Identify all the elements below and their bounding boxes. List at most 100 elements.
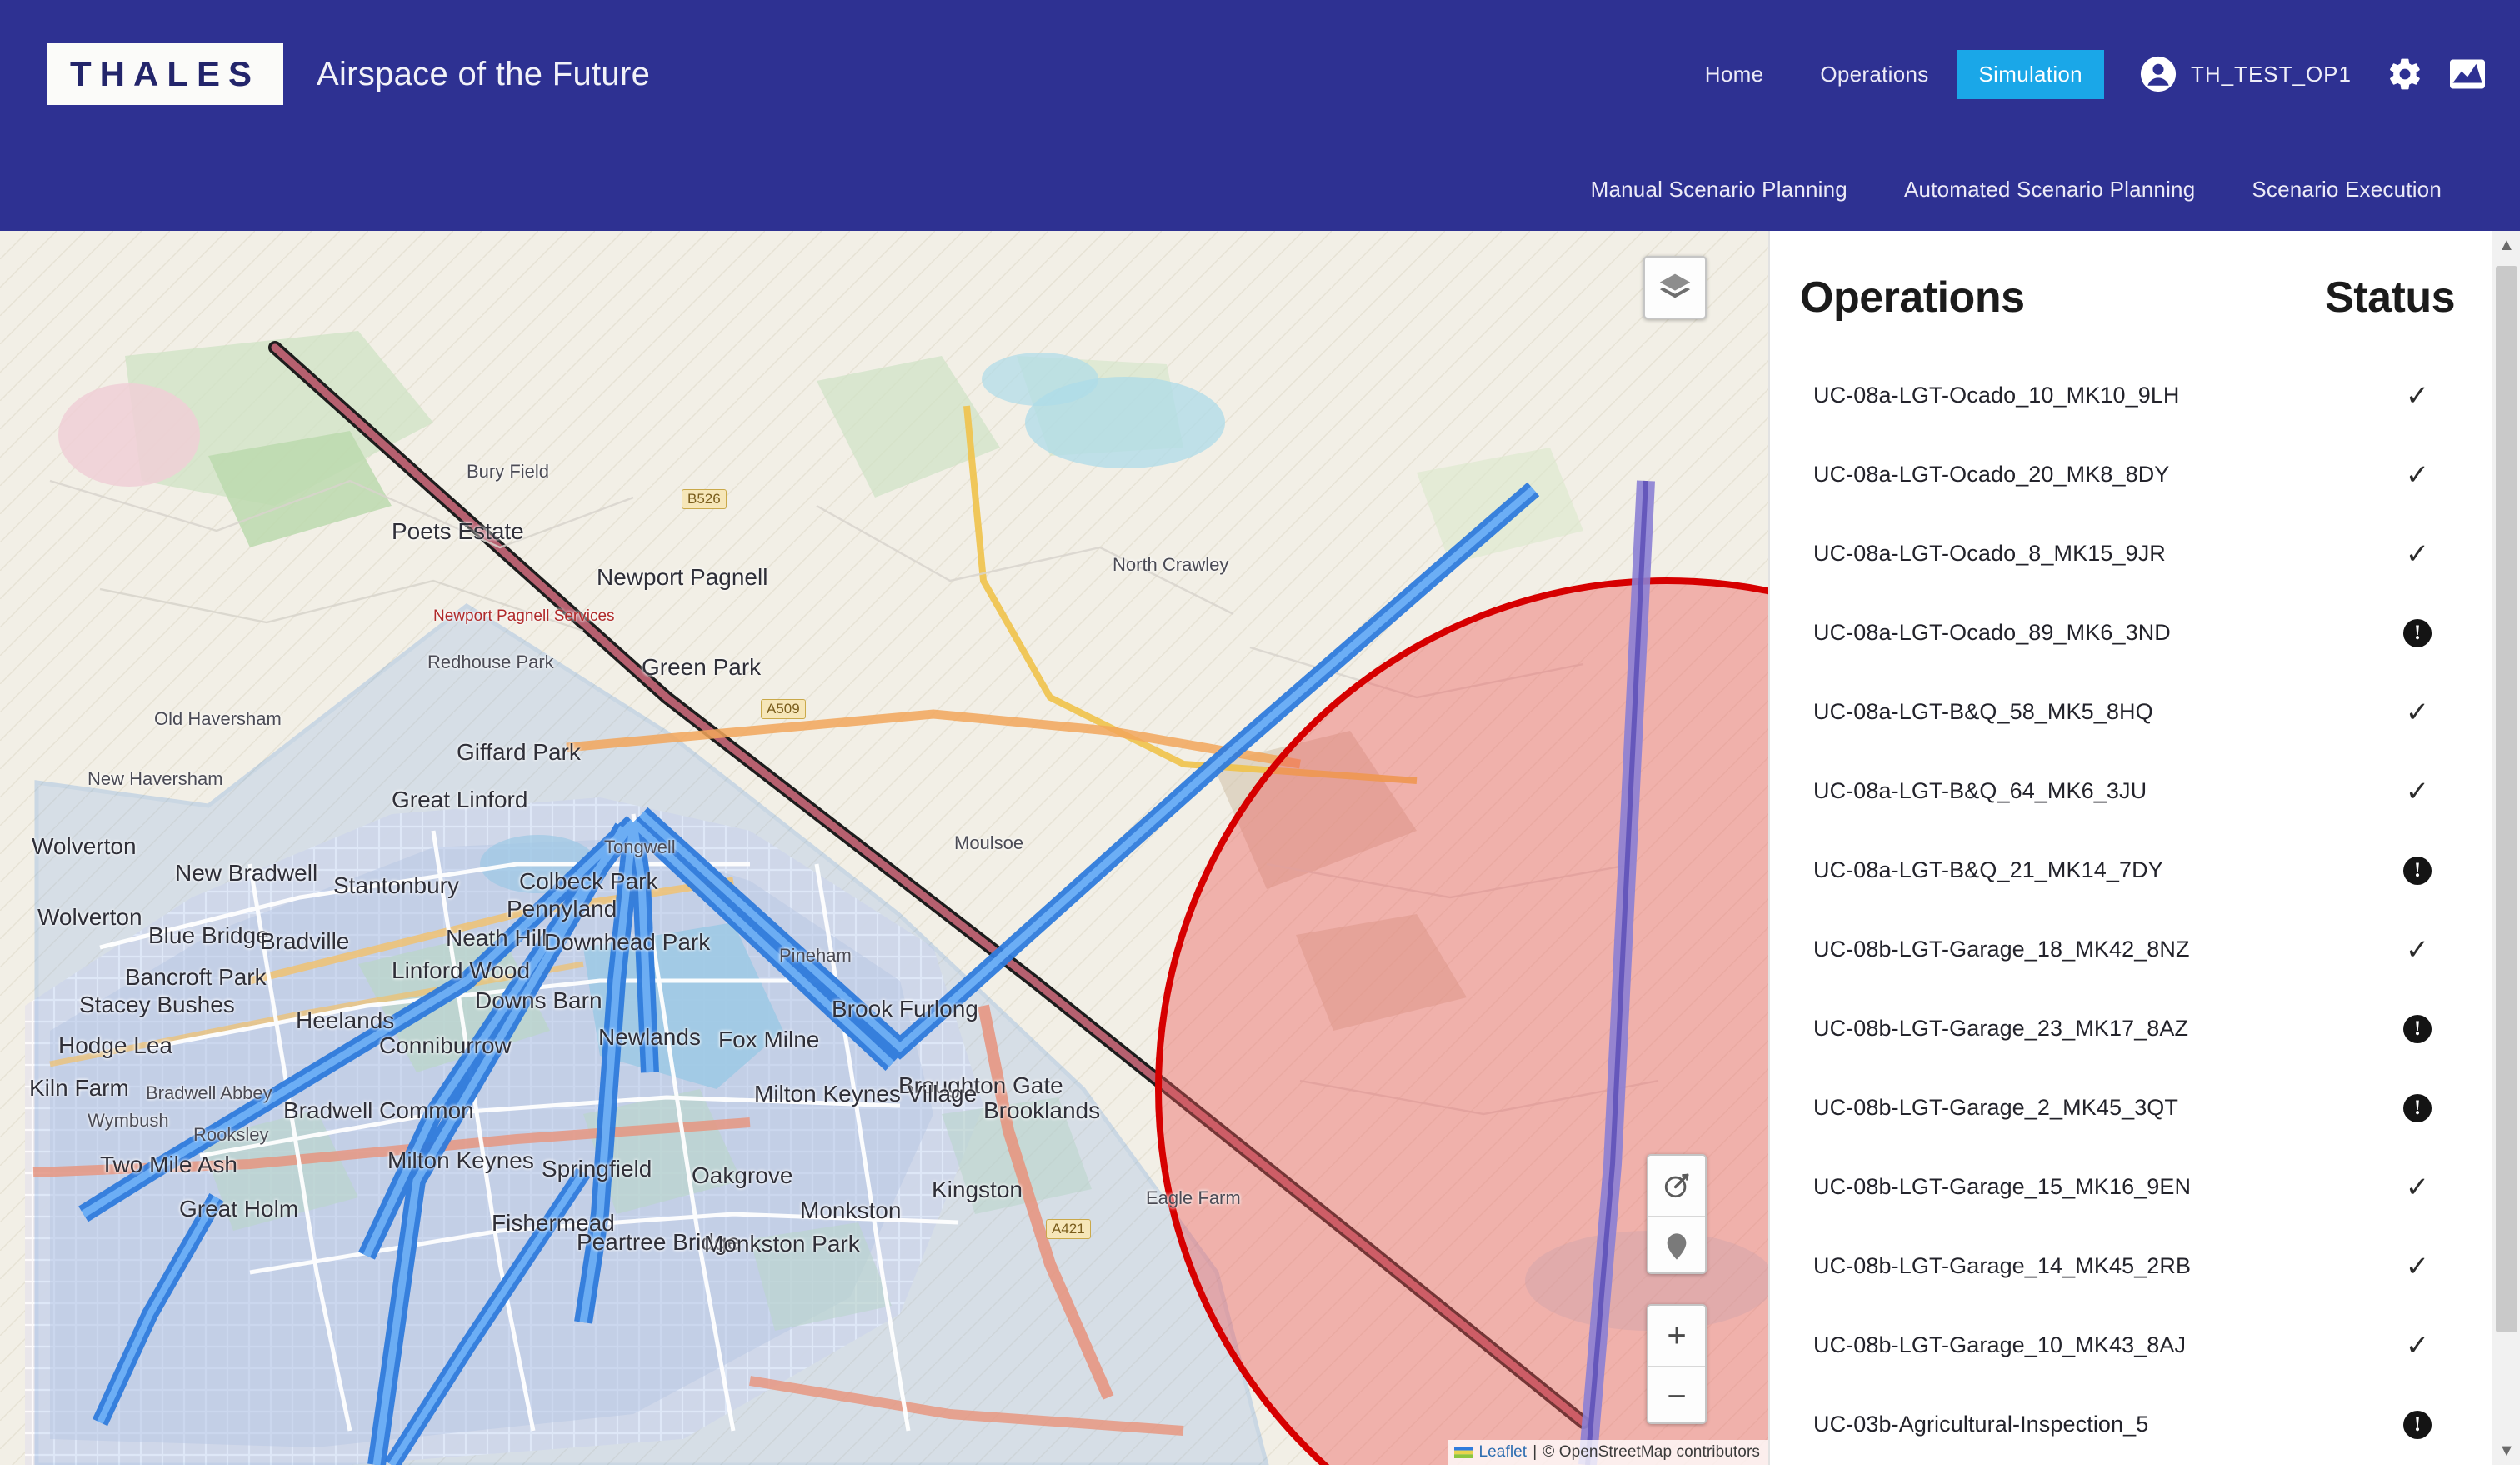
map-panel[interactable]: Poets Estate Bury Field Newport Pagnell New… bbox=[0, 231, 1770, 1465]
leaflet-flag-icon bbox=[1454, 1447, 1473, 1458]
scrollbar-up-arrow[interactable]: ▲ bbox=[2492, 231, 2520, 259]
status-badge: ✓ bbox=[2380, 461, 2455, 489]
brand-block[interactable]: THALES Airspace of the Future bbox=[47, 43, 650, 105]
alert-icon: ! bbox=[2403, 1410, 2432, 1439]
zoom-out-button[interactable]: − bbox=[1648, 1366, 1705, 1422]
operation-name: UC-08a-LGT-B&Q_58_MK5_8HQ bbox=[1813, 699, 2153, 724]
status-badge: ✓ bbox=[2380, 698, 2455, 727]
scrollbar-down-arrow[interactable]: ▼ bbox=[2492, 1437, 2520, 1465]
main-navigation: Home Operations Simulation TH_TEST_OP1 bbox=[1677, 0, 2487, 148]
gear-icon[interactable] bbox=[2387, 56, 2423, 92]
scrollbar-thumb[interactable] bbox=[2496, 266, 2518, 1332]
attribution-osm-text[interactable]: © OpenStreetMap contributors bbox=[1542, 1443, 1760, 1462]
check-icon: ✓ bbox=[2405, 1171, 2430, 1203]
status-badge: ✓ bbox=[2380, 1173, 2455, 1202]
status-badge: ✓ bbox=[2380, 936, 2455, 964]
operation-row[interactable]: UC-08a-LGT-B&Q_21_MK14_7DY! bbox=[1800, 831, 2455, 910]
operation-name: UC-08b-LGT-Garage_10_MK43_8AJ bbox=[1813, 1332, 2187, 1358]
alert-icon: ! bbox=[2403, 1093, 2432, 1122]
operation-row[interactable]: UC-08b-LGT-Garage_15_MK16_9EN ✓ bbox=[1800, 1148, 2455, 1227]
operation-name: UC-08a-LGT-Ocado_20_MK8_8DY bbox=[1813, 462, 2170, 487]
header-top-row: THALES Airspace of the Future Home Opera… bbox=[0, 0, 2520, 148]
operation-row[interactable]: UC-08a-LGT-B&Q_58_MK5_8HQ ✓ bbox=[1800, 672, 2455, 752]
operation-row[interactable]: UC-08a-LGT-Ocado_10_MK10_9LH ✓ bbox=[1800, 356, 2455, 435]
check-icon: ✓ bbox=[2405, 538, 2430, 570]
status-badge: ✓ bbox=[2380, 778, 2455, 806]
check-icon: ✓ bbox=[2405, 1329, 2430, 1362]
operation-row[interactable]: UC-08b-LGT-Garage_14_MK45_2RB ✓ bbox=[1800, 1227, 2455, 1306]
check-icon: ✓ bbox=[2405, 775, 2430, 808]
status-column-header: Status bbox=[2325, 273, 2455, 322]
operation-row[interactable]: UC-08b-LGT-Garage_10_MK43_8AJ ✓ bbox=[1800, 1306, 2455, 1385]
operation-name: UC-08a-LGT-Ocado_10_MK10_9LH bbox=[1813, 382, 2180, 408]
operation-name: UC-08b-LGT-Garage_14_MK45_2RB bbox=[1813, 1253, 2192, 1278]
operation-row[interactable]: UC-08b-LGT-Garage_2_MK45_3QT! bbox=[1800, 1068, 2455, 1148]
zoom-in-button[interactable]: + bbox=[1648, 1306, 1705, 1366]
subnav-item-automated-scenario-planning[interactable]: Automated Scenario Planning bbox=[1876, 168, 2223, 211]
check-icon: ✓ bbox=[2405, 458, 2430, 491]
operations-panel[interactable]: Operations Status UC-08a-LGT-Ocado_10_MK… bbox=[1770, 231, 2520, 1465]
status-badge: ✓ bbox=[2380, 1252, 2455, 1281]
chart-icon[interactable] bbox=[2448, 57, 2487, 92]
user-account[interactable]: TH_TEST_OP1 bbox=[2139, 55, 2352, 93]
logo-text: THALES bbox=[70, 54, 260, 93]
subnav-item-manual-scenario-planning[interactable]: Manual Scenario Planning bbox=[1562, 168, 1876, 211]
operation-name: UC-08b-LGT-Garage_15_MK16_9EN bbox=[1813, 1174, 2192, 1199]
nav-item-simulation[interactable]: Simulation bbox=[1957, 49, 2104, 99]
status-badge: ✓ bbox=[2380, 540, 2455, 568]
check-icon: ✓ bbox=[2405, 933, 2430, 966]
status-badge: ! bbox=[2380, 618, 2455, 648]
draw-tools-control[interactable] bbox=[1647, 1154, 1707, 1274]
map-canvas[interactable] bbox=[0, 231, 1770, 1465]
operations-panel-inner: Operations Status UC-08a-LGT-Ocado_10_MK… bbox=[1770, 231, 2492, 1465]
operation-row[interactable]: UC-08a-LGT-Ocado_8_MK15_9JR ✓ bbox=[1800, 514, 2455, 593]
operations-list[interactable]: UC-08a-LGT-Ocado_10_MK10_9LH ✓ UC-08a-LGT-… bbox=[1800, 356, 2455, 1464]
alert-icon: ! bbox=[2403, 856, 2432, 885]
operation-name: UC-03b-Agricultural-Inspection_5 bbox=[1813, 1412, 2149, 1437]
place-marker-icon[interactable] bbox=[1648, 1216, 1705, 1272]
operation-name: UC-08a-LGT-Ocado_89_MK6_3ND bbox=[1813, 620, 2171, 645]
operation-name: UC-08a-LGT-B&Q_21_MK14_7DY bbox=[1813, 858, 2163, 882]
nav-item-home[interactable]: Home bbox=[1677, 50, 1792, 99]
draw-polygon-icon[interactable] bbox=[1648, 1156, 1705, 1216]
status-badge: ! bbox=[2380, 1410, 2455, 1439]
operation-row[interactable]: UC-08a-LGT-Ocado_20_MK8_8DY ✓ bbox=[1800, 435, 2455, 514]
content-area: Poets Estate Bury Field Newport Pagnell New… bbox=[0, 231, 2520, 1465]
alert-icon: ! bbox=[2403, 1014, 2432, 1043]
operation-row[interactable]: UC-08b-LGT-Garage_18_MK42_8NZ ✓ bbox=[1800, 910, 2455, 989]
operation-name: UC-08b-LGT-Garage_23_MK17_8AZ bbox=[1813, 1016, 2189, 1041]
operation-name: UC-08b-LGT-Garage_18_MK42_8NZ bbox=[1813, 937, 2190, 962]
operation-row[interactable]: UC-08b-LGT-Garage_23_MK17_8AZ! bbox=[1800, 989, 2455, 1068]
operations-column-header: Operations bbox=[1800, 273, 2025, 322]
status-badge: ! bbox=[2380, 856, 2455, 885]
alert-icon: ! bbox=[2403, 618, 2432, 648]
map-attribution: Leaflet | © OpenStreetMap contributors bbox=[1448, 1440, 1768, 1465]
subnav-item-scenario-execution[interactable]: Scenario Execution bbox=[2223, 168, 2470, 211]
user-name-label: TH_TEST_OP1 bbox=[2190, 61, 2352, 87]
status-badge: ! bbox=[2380, 1014, 2455, 1043]
operation-row[interactable]: UC-03b-Agricultural-Inspection_5! bbox=[1800, 1385, 2455, 1464]
page-title: Airspace of the Future bbox=[317, 55, 651, 92]
operation-name: UC-08b-LGT-Garage_2_MK45_3QT bbox=[1813, 1095, 2179, 1120]
operations-scrollbar[interactable]: ▲ ▼ bbox=[2492, 231, 2520, 1465]
status-badge: ! bbox=[2380, 1093, 2455, 1122]
status-badge: ✓ bbox=[2380, 382, 2455, 410]
operation-name: UC-08a-LGT-Ocado_8_MK15_9JR bbox=[1813, 541, 2166, 566]
operation-row[interactable]: UC-08a-LGT-Ocado_89_MK6_3ND! bbox=[1800, 593, 2455, 672]
layers-icon bbox=[1659, 273, 1691, 298]
check-icon: ✓ bbox=[2405, 379, 2430, 412]
thales-logo[interactable]: THALES bbox=[47, 43, 283, 105]
check-icon: ✓ bbox=[2405, 696, 2430, 728]
operation-name: UC-08a-LGT-B&Q_64_MK6_3JU bbox=[1813, 778, 2148, 803]
app-header: THALES Airspace of the Future Home Opera… bbox=[0, 0, 2520, 231]
nav-item-operations[interactable]: Operations bbox=[1792, 50, 1957, 99]
status-badge: ✓ bbox=[2380, 1332, 2455, 1360]
zoom-control[interactable]: + − bbox=[1647, 1304, 1707, 1424]
layers-control[interactable] bbox=[1643, 256, 1707, 319]
attribution-leaflet-link[interactable]: Leaflet bbox=[1478, 1443, 1527, 1462]
sub-navigation: Manual Scenario Planning Automated Scena… bbox=[0, 148, 2520, 231]
attribution-separator: | bbox=[1532, 1443, 1538, 1461]
operations-table-header: Operations Status bbox=[1800, 231, 2455, 356]
check-icon: ✓ bbox=[2405, 1250, 2430, 1282]
operation-row[interactable]: UC-08a-LGT-B&Q_64_MK6_3JU ✓ bbox=[1800, 752, 2455, 831]
